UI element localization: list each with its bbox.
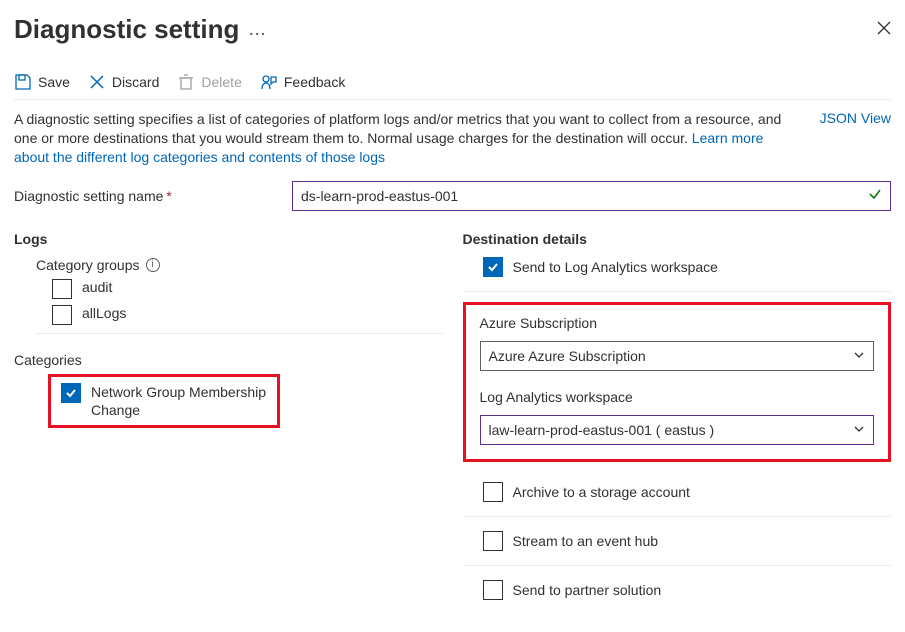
destination-column: Destination details Send to Log Analytic… <box>463 231 892 610</box>
azure-sub-value: Azure Azure Subscription <box>489 348 646 364</box>
more-icon[interactable]: ... <box>249 22 267 38</box>
stream-label: Stream to an event hub <box>513 533 659 549</box>
setting-name-label: Diagnostic setting name* <box>14 188 274 204</box>
chevron-down-icon <box>853 422 865 438</box>
archive-label: Archive to a storage account <box>513 484 690 500</box>
send-law-row[interactable]: Send to Log Analytics workspace <box>483 257 892 277</box>
delete-icon <box>177 73 195 91</box>
feedback-icon <box>260 73 278 91</box>
checkbox-checked[interactable] <box>483 257 503 277</box>
toolbar: Save Discard Delete Feedback <box>14 73 891 91</box>
info-icon[interactable]: i <box>146 258 160 272</box>
categories-highlight: Network Group Membership Change <box>48 374 280 428</box>
category1-label: Network Group Membership Change <box>91 383 267 419</box>
page-title: Diagnostic setting ... <box>14 14 267 45</box>
required-indicator: * <box>166 188 171 204</box>
delete-button: Delete <box>177 73 241 91</box>
partner-label: Send to partner solution <box>513 582 662 598</box>
category-groups-label: Category groups i <box>36 257 443 273</box>
feedback-label: Feedback <box>284 74 345 90</box>
azure-sub-dropdown[interactable]: Azure Azure Subscription <box>480 341 875 371</box>
validation-check-icon <box>868 187 882 204</box>
description-text: A diagnostic setting specifies a list of… <box>14 110 790 167</box>
setting-name-input[interactable]: ds-learn-prod-eastus-001 <box>292 181 891 211</box>
feedback-button[interactable]: Feedback <box>260 73 345 91</box>
archive-row[interactable]: Archive to a storage account <box>483 482 892 502</box>
send-law-label: Send to Log Analytics workspace <box>513 259 718 275</box>
audit-label: audit <box>82 279 112 295</box>
categories-label: Categories <box>14 352 443 368</box>
alllogs-label: allLogs <box>82 305 126 321</box>
category-checkbox-row[interactable]: Network Group Membership Change <box>61 383 267 419</box>
law-value: law-learn-prod-eastus-001 ( eastus ) <box>489 422 715 438</box>
save-label: Save <box>38 74 70 90</box>
checkbox-unchecked[interactable] <box>483 482 503 502</box>
checkbox-unchecked[interactable] <box>52 279 72 299</box>
page-title-text: Diagnostic setting <box>14 14 239 45</box>
stream-row[interactable]: Stream to an event hub <box>483 531 892 551</box>
logs-heading: Logs <box>14 231 443 247</box>
destination-heading: Destination details <box>463 231 892 247</box>
delete-label: Delete <box>201 74 241 90</box>
setting-name-value: ds-learn-prod-eastus-001 <box>301 188 458 204</box>
discard-button[interactable]: Discard <box>88 73 159 91</box>
law-dropdown[interactable]: law-learn-prod-eastus-001 ( eastus ) <box>480 415 875 445</box>
azure-sub-label: Azure Subscription <box>480 315 875 331</box>
checkbox-unchecked[interactable] <box>52 305 72 325</box>
logs-column: Logs Category groups i audit allLogs Cat… <box>14 231 443 610</box>
partner-row[interactable]: Send to partner solution <box>483 580 892 600</box>
checkbox-unchecked[interactable] <box>483 580 503 600</box>
json-view-link[interactable]: JSON View <box>820 110 891 126</box>
close-icon[interactable] <box>877 21 891 38</box>
audit-checkbox-row[interactable]: audit <box>52 279 443 299</box>
law-label: Log Analytics workspace <box>480 389 875 405</box>
save-button[interactable]: Save <box>14 73 70 91</box>
checkbox-checked[interactable] <box>61 383 81 403</box>
discard-icon <box>88 73 106 91</box>
law-config-highlight: Azure Subscription Azure Azure Subscript… <box>463 302 892 462</box>
checkbox-unchecked[interactable] <box>483 531 503 551</box>
chevron-down-icon <box>853 348 865 364</box>
save-icon <box>14 73 32 91</box>
alllogs-checkbox-row[interactable]: allLogs <box>52 305 443 325</box>
discard-label: Discard <box>112 74 159 90</box>
